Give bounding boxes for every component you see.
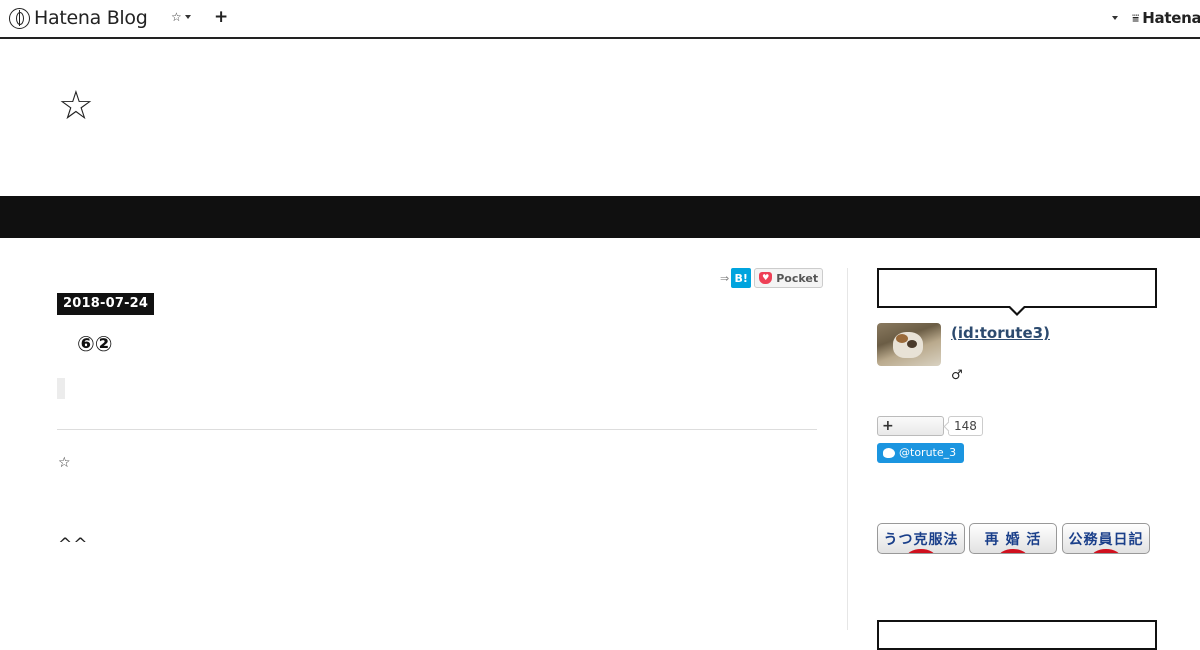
column-separator: [847, 268, 848, 630]
twitter-follow-button[interactable]: @torute_3: [877, 443, 965, 463]
banner-utsu[interactable]: うつ克服法: [877, 523, 965, 554]
hatena-logo-icon: [9, 7, 30, 29]
banner-koumuin[interactable]: 公務員日記: [1062, 523, 1150, 554]
logo-text: Hatena Blog: [34, 7, 148, 29]
hatena-text: Hatena: [1142, 9, 1200, 27]
twitter-bird-icon: [883, 448, 895, 458]
blockquote-bar: [57, 378, 65, 399]
entry-title[interactable]: ⑥②: [77, 330, 113, 358]
entry-date[interactable]: 2018-07-24: [57, 293, 155, 315]
hatena-blog-logo[interactable]: Hatena Blog: [9, 5, 148, 31]
entry-body-star: ☆: [58, 455, 71, 471]
banner-label: 公務員日記: [1068, 532, 1144, 548]
star-menu-button[interactable]: ☆: [171, 10, 191, 24]
share-arrow-icon: ⇒: [720, 271, 730, 285]
banner-label: 再 婚 活: [984, 532, 1042, 548]
divider: [57, 429, 817, 430]
twitter-label: @torute_3: [899, 446, 957, 459]
chevron-down-icon: [184, 15, 191, 19]
banner-label: うつ克服法: [883, 532, 959, 548]
follow-button[interactable]: +: [877, 416, 944, 436]
banner-saikonkatsu[interactable]: 再 婚 活: [969, 523, 1057, 554]
sidebar-profile-header: [877, 268, 1157, 308]
pocket-button[interactable]: ♥ Pocket: [754, 268, 824, 288]
author-id-link[interactable]: (id:torute3): [951, 324, 1050, 342]
blog-title[interactable]: ☆: [58, 82, 94, 130]
hatena-bookmark-button[interactable]: B!: [731, 268, 752, 288]
sidebar-module-header: [877, 620, 1157, 650]
avatar[interactable]: [877, 323, 941, 366]
share-buttons: ⇒ B! ♥ Pocket: [720, 268, 824, 288]
add-button[interactable]: +: [214, 8, 228, 26]
follow-widget: + 148: [877, 416, 983, 436]
author-description: ♂: [951, 368, 963, 383]
entry-body-text: ^^: [58, 535, 89, 555]
hatena-icon: ⩸: [1132, 10, 1140, 25]
blog-description-band: [0, 196, 1200, 238]
global-header: Hatena Blog ☆ + ⩸ Hatena: [0, 0, 1200, 39]
hatena-link[interactable]: ⩸ Hatena: [1132, 9, 1200, 27]
follower-count[interactable]: 148: [948, 416, 983, 436]
account-menu-caret-icon[interactable]: [1112, 16, 1118, 20]
star-icon: ☆: [171, 10, 182, 24]
pocket-icon: ♥: [759, 272, 773, 284]
pocket-label: Pocket: [776, 271, 819, 285]
